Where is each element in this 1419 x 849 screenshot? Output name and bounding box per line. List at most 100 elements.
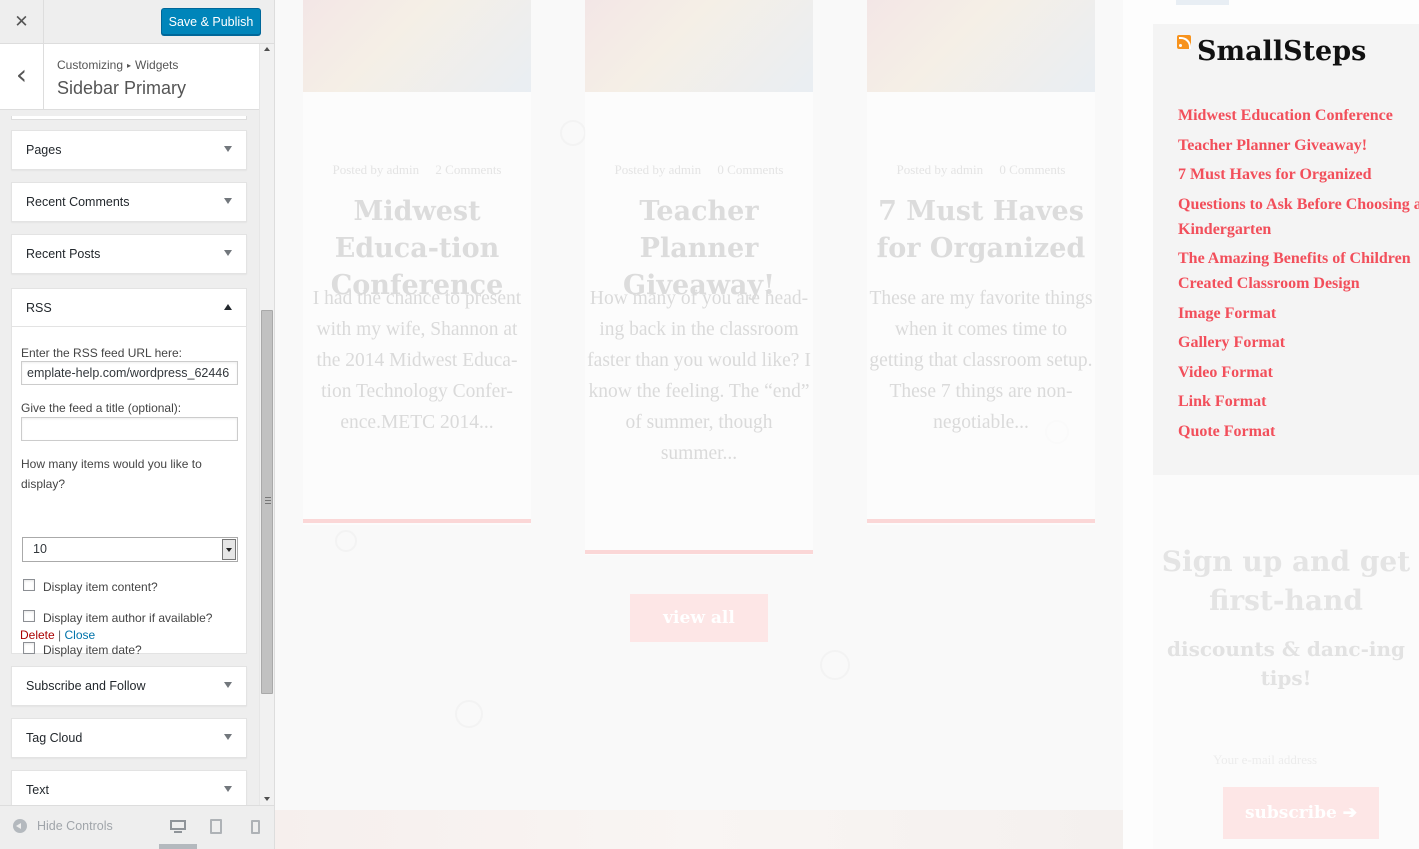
- section-title: Sidebar Primary: [57, 78, 187, 98]
- display-date-checkbox[interactable]: [23, 642, 35, 654]
- collapse-arrow-icon[interactable]: [224, 304, 232, 310]
- post-thumbnail[interactable]: [585, 0, 813, 92]
- select-dropdown-icon[interactable]: [222, 539, 236, 560]
- rss-title-input[interactable]: [21, 417, 238, 441]
- hide-controls-label: Hide Controls: [37, 819, 113, 833]
- widget-label: Subscribe and Follow: [26, 679, 146, 693]
- post-thumbnail[interactable]: [867, 0, 1095, 92]
- expand-arrow-icon[interactable]: [224, 250, 232, 256]
- collapse-icon: [13, 819, 27, 833]
- post-meta: Posted by admin 0 Comments: [867, 162, 1095, 178]
- post-excerpt: I had the chance to present with my wife…: [312, 288, 522, 433]
- post-meta: Posted by admin 0 Comments: [585, 162, 813, 178]
- save-publish-button[interactable]: Save & Publish: [161, 8, 261, 35]
- rss-widget-title[interactable]: SmallSteps: [1197, 36, 1366, 67]
- scrollbar-thumb[interactable]: [261, 310, 273, 694]
- widget-recent-comments[interactable]: Recent Comments: [11, 182, 247, 222]
- widget-label: Recent Posts: [26, 247, 101, 261]
- display-author-checkbox[interactable]: [23, 610, 35, 622]
- rss-items-label: How many items would you like to display…: [21, 457, 202, 491]
- breadcrumb-root: Customizing: [57, 58, 124, 72]
- rss-items-value: 10: [33, 542, 47, 556]
- display-date-label: Display item date?: [43, 643, 142, 657]
- rss-link[interactable]: Link Format: [1178, 389, 1419, 414]
- expand-arrow-icon[interactable]: [224, 198, 232, 204]
- card-accent-line: [303, 519, 531, 523]
- subscribe-button[interactable]: subscribe ➔: [1223, 787, 1379, 839]
- widget-label: Recent Comments: [26, 195, 130, 209]
- desktop-icon[interactable]: [168, 817, 188, 837]
- rss-link[interactable]: Image Format: [1178, 301, 1419, 326]
- scroll-down-icon[interactable]: [264, 797, 270, 801]
- pattern-decoration: [560, 120, 586, 146]
- rss-url-label: Enter the RSS feed URL here:: [21, 346, 182, 360]
- section-header: ‹ Customizing ▸ Widgets Sidebar Primary: [0, 44, 259, 110]
- widget-recent-posts[interactable]: Recent Posts: [11, 234, 247, 274]
- rss-feed-icon[interactable]: [1177, 35, 1191, 49]
- grip-icon: [265, 497, 271, 504]
- pattern-decoration: [820, 650, 850, 680]
- post-excerpt: How many of you are head-ing back in the…: [587, 288, 811, 464]
- signup-subtitle: discounts & danc-ing tips!: [1166, 637, 1405, 690]
- card-accent-line: [585, 550, 813, 554]
- widget-rss-header[interactable]: RSS: [12, 289, 246, 327]
- chevron-left-icon: ‹: [15, 58, 28, 91]
- rss-link[interactable]: Quote Format: [1178, 419, 1419, 444]
- post-author[interactable]: Posted by admin: [614, 162, 701, 177]
- rss-items-select[interactable]: 10: [22, 537, 238, 562]
- display-author-label: Display item author if available?: [43, 611, 213, 625]
- mobile-icon[interactable]: [246, 817, 266, 837]
- post-thumbnail[interactable]: [303, 0, 531, 92]
- rss-url-input[interactable]: emplate-help.com/wordpress_62446: [21, 361, 238, 385]
- expand-arrow-icon[interactable]: [224, 682, 232, 688]
- pattern-decoration: [455, 700, 483, 728]
- rss-link[interactable]: Gallery Format: [1178, 330, 1419, 355]
- scroll-up-icon[interactable]: [264, 47, 270, 51]
- widget-subscribe-follow[interactable]: Subscribe and Follow: [11, 666, 247, 706]
- footer-image-strip: [275, 810, 1123, 849]
- tablet-icon[interactable]: [206, 817, 226, 837]
- post-author[interactable]: Posted by admin: [896, 162, 983, 177]
- rss-link[interactable]: 7 Must Haves for Organized: [1178, 162, 1419, 187]
- expand-arrow-icon[interactable]: [224, 786, 232, 792]
- signup-title: Sign up and get first-hand: [1161, 545, 1411, 617]
- widget-top-tab: [1176, 0, 1229, 5]
- display-content-label: Display item content?: [43, 580, 158, 594]
- customizer-scrollbar[interactable]: [259, 44, 274, 805]
- post-comments[interactable]: 2 Comments: [435, 162, 501, 177]
- customizer-footer: Hide Controls: [0, 805, 274, 849]
- expand-arrow-icon[interactable]: [224, 146, 232, 152]
- site-preview: Posted by admin 2 Comments Midwest Educa…: [275, 0, 1419, 849]
- rss-link[interactable]: Teacher Planner Giveaway!: [1178, 133, 1419, 158]
- post-comments[interactable]: 0 Comments: [999, 162, 1065, 177]
- widget-label: Text: [26, 783, 49, 797]
- rss-title-label: Give the feed a title (optional):: [21, 401, 182, 415]
- previous-widget-stub: [11, 116, 247, 120]
- active-device-indicator: [159, 844, 197, 849]
- rss-link[interactable]: The Amazing Benefits of Children Created…: [1178, 246, 1419, 296]
- post-comments[interactable]: 0 Comments: [717, 162, 783, 177]
- post-title[interactable]: 7 Must Haves for Organized: [867, 193, 1095, 267]
- rss-link[interactable]: Questions to Ask Before Choosing a Kinde…: [1178, 192, 1419, 242]
- rss-link[interactable]: Midwest Education Conference: [1178, 103, 1419, 128]
- post-card: Posted by admin 0 Comments Teacher Plann…: [585, 0, 813, 555]
- action-separator: |: [58, 628, 62, 642]
- expand-arrow-icon[interactable]: [224, 734, 232, 740]
- close-widget-link[interactable]: Close: [65, 628, 96, 642]
- view-all-button[interactable]: view all: [630, 594, 768, 642]
- widget-actions: Delete | Close: [20, 628, 95, 642]
- post-meta: Posted by admin 2 Comments: [303, 162, 531, 178]
- widget-rss: RSS Enter the RSS feed URL here: emplate…: [11, 288, 247, 657]
- post-author[interactable]: Posted by admin: [332, 162, 419, 177]
- display-content-checkbox[interactable]: [23, 579, 35, 591]
- back-button[interactable]: ‹: [0, 44, 44, 110]
- widget-pages[interactable]: Pages: [11, 130, 247, 170]
- delete-widget-link[interactable]: Delete: [20, 628, 55, 642]
- post-card: Posted by admin 0 Comments 7 Must Haves …: [867, 0, 1095, 525]
- widget-text[interactable]: Text: [11, 770, 247, 805]
- signup-email-input[interactable]: Your e-mail address: [1213, 752, 1317, 768]
- widget-tag-cloud[interactable]: Tag Cloud: [11, 718, 247, 758]
- rss-link[interactable]: Video Format: [1178, 360, 1419, 385]
- hide-controls-button[interactable]: Hide Controls: [13, 819, 113, 833]
- close-customizer-button[interactable]: ✕: [0, 0, 44, 43]
